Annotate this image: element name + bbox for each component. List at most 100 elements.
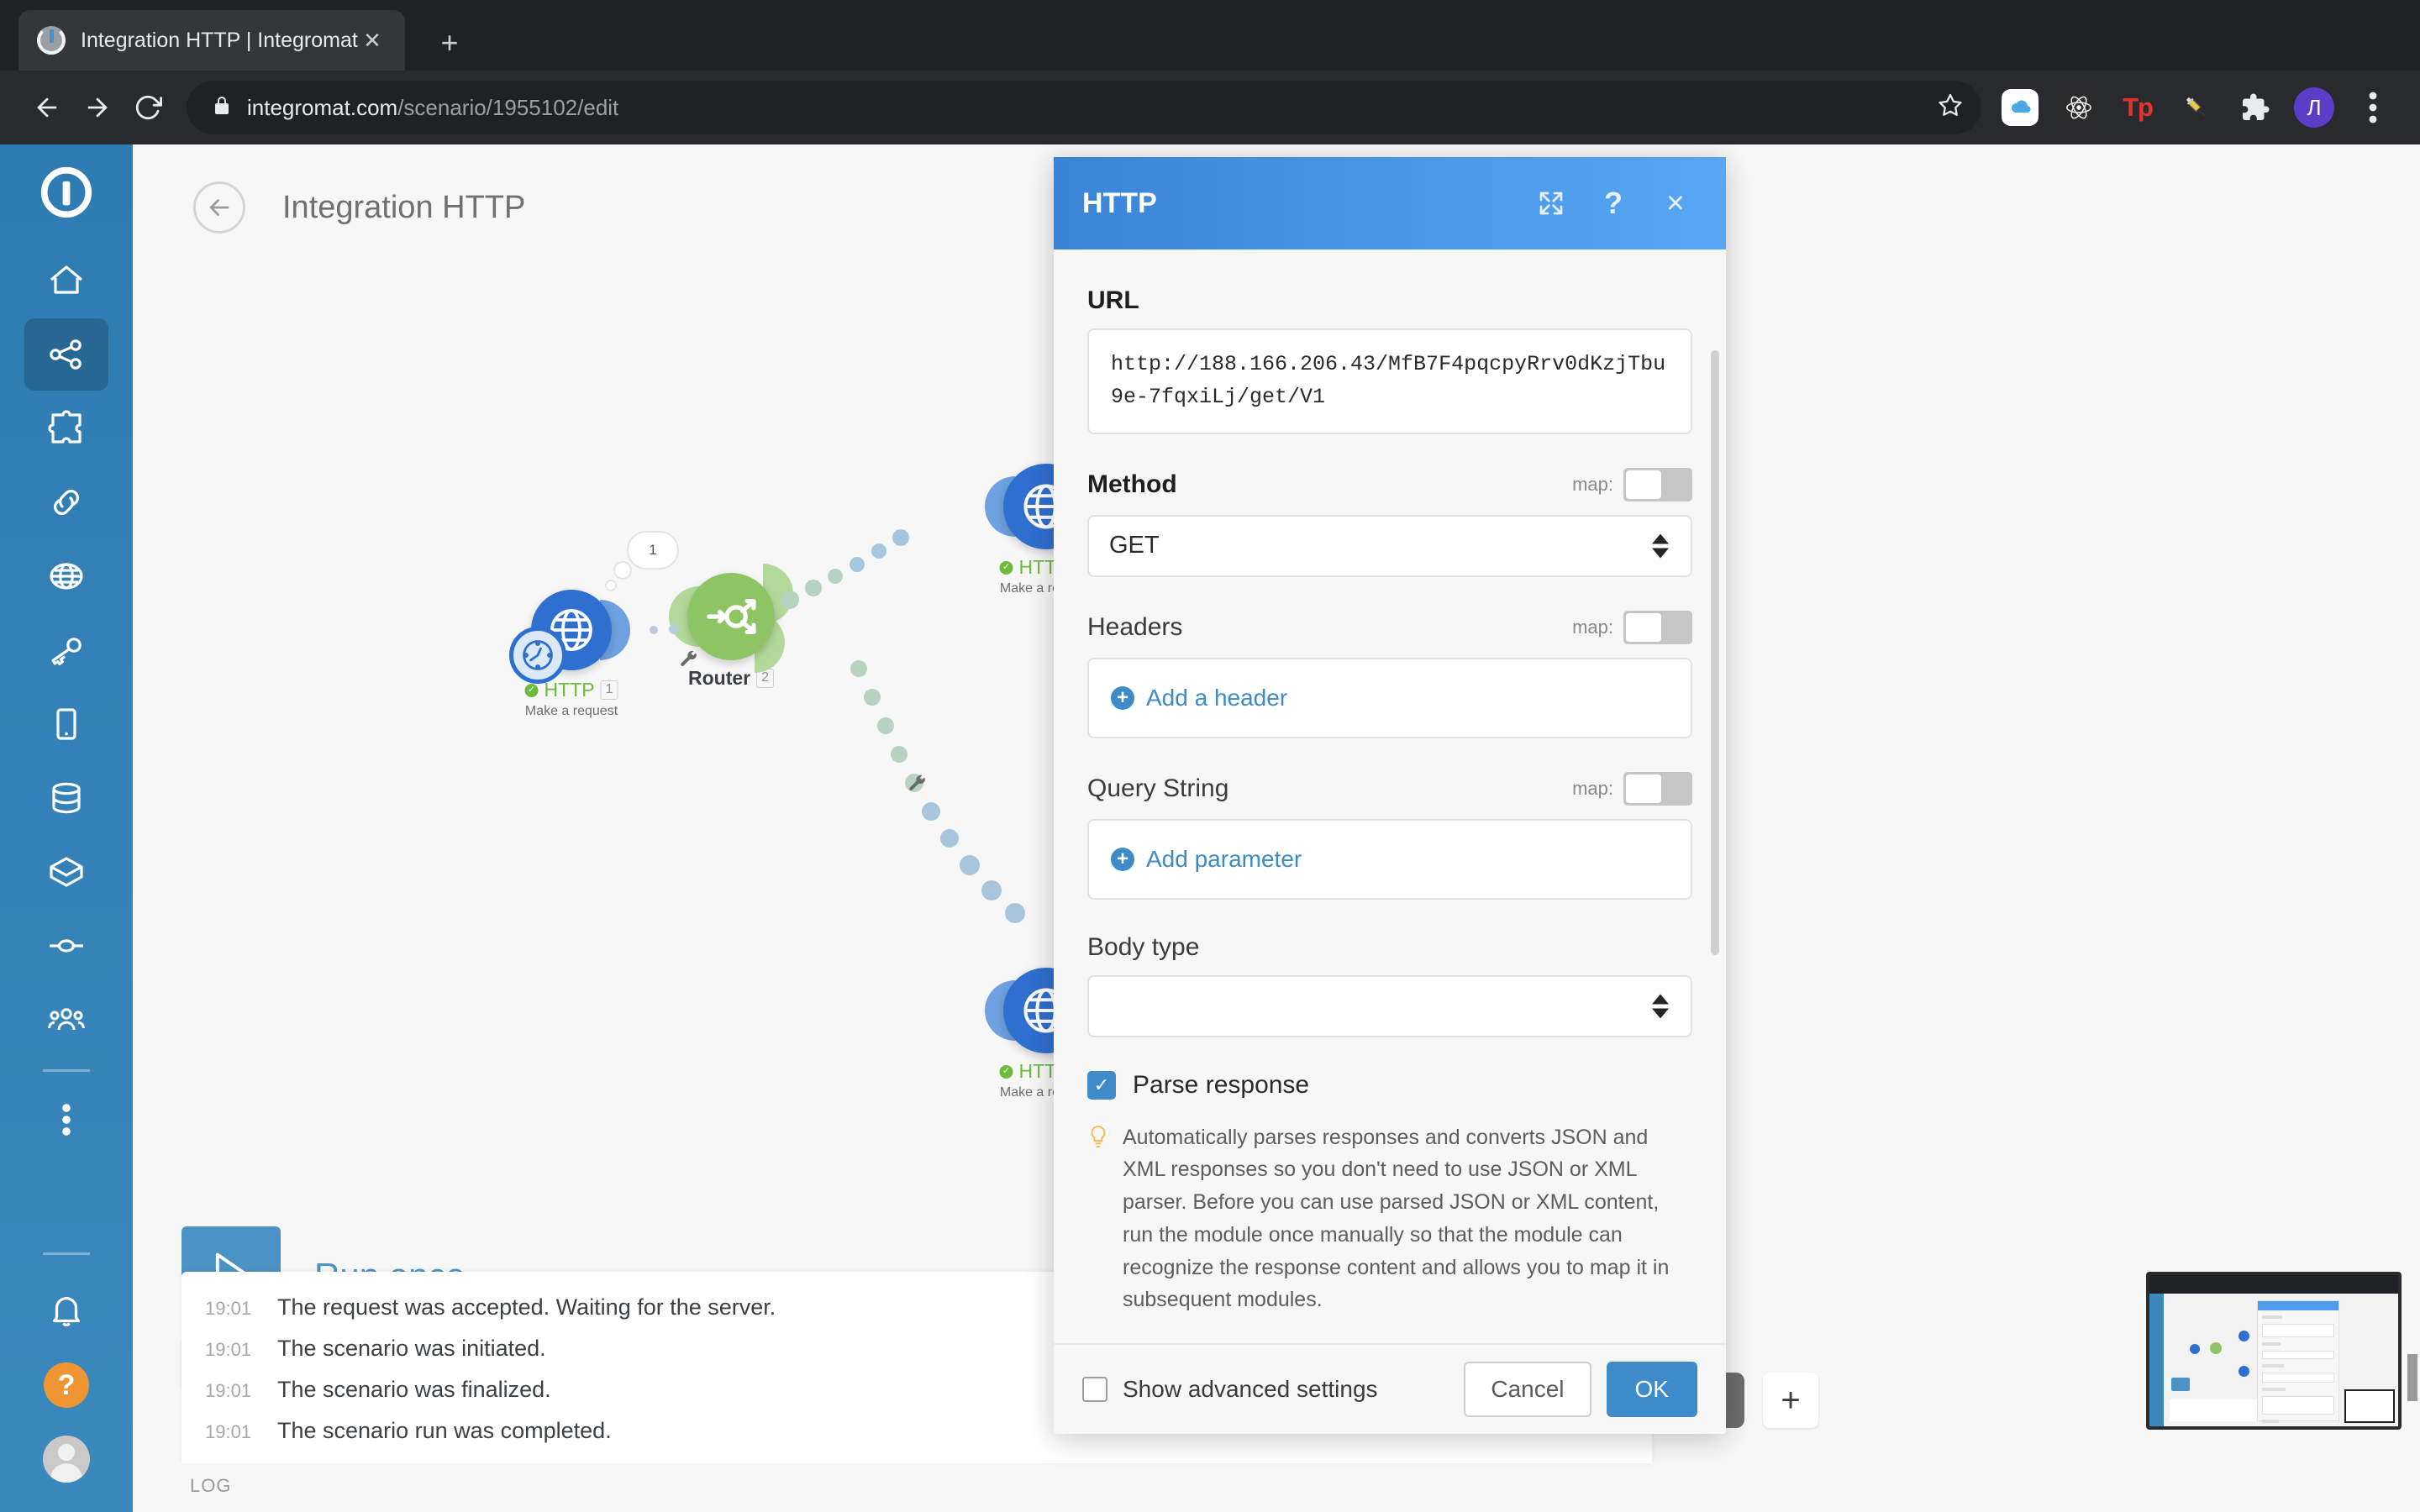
url-bar[interactable]: integromat.com/scenario/1955102/edit <box>187 81 1981 134</box>
query-string-map-toggle[interactable] <box>1623 771 1692 806</box>
page-scrollbar[interactable] <box>2405 144 2420 1512</box>
pip-sidebar <box>2149 1294 2164 1426</box>
syringe-extension-icon[interactable] <box>2176 87 2217 128</box>
headers-map-label: map: <box>1572 616 1613 638</box>
wrench-icon-router-http4[interactable] <box>908 774 928 799</box>
log-message: The scenario was finalized. <box>277 1377 551 1402</box>
sidebar-item-webhooks[interactable] <box>24 540 108 612</box>
pip-node-http1 <box>2190 1344 2200 1354</box>
bubble-dot-small <box>605 580 617 591</box>
lightbulb-icon <box>1087 1125 1109 1317</box>
url-label: URL <box>1087 286 1139 314</box>
schedule-clock-icon[interactable] <box>509 627 566 684</box>
pip-screenshot <box>2149 1275 2398 1426</box>
cancel-button[interactable]: Cancel <box>1464 1362 1591 1417</box>
router-icon[interactable] <box>687 573 775 660</box>
ok-button[interactable]: OK <box>1606 1362 1697 1417</box>
parse-response-row[interactable]: ✓ Parse response <box>1087 1070 1692 1100</box>
add-parameter-label: Add parameter <box>1146 845 1302 872</box>
add-parameter-button[interactable]: + Add parameter <box>1087 818 1692 900</box>
sidebar-item-connector[interactable] <box>24 910 108 982</box>
new-tab-button[interactable]: + <box>429 24 471 66</box>
sidebar-item-templates[interactable] <box>24 392 108 465</box>
method-value: GET <box>1109 532 1160 559</box>
dialog-header: HTTP ? × <box>1054 157 1726 249</box>
browser-window: Integration HTTP | Integromat ✕ + integr… <box>0 0 2420 1512</box>
integromat-logo-icon[interactable] <box>37 163 96 226</box>
pip-browser-chrome <box>2149 1275 2398 1294</box>
add-header-button[interactable]: + Add a header <box>1087 657 1692 738</box>
module-node-router-2[interactable]: Router 2 <box>669 563 793 689</box>
pip-node-http3 <box>2238 1331 2249 1341</box>
dialog-scrollbar[interactable] <box>1711 350 1719 955</box>
help-question-icon[interactable]: ? <box>24 1349 108 1421</box>
sidebar-item-connections[interactable] <box>24 466 108 538</box>
icloud-extension-icon[interactable] <box>2000 87 2040 128</box>
bubble-dot-medium <box>613 561 632 580</box>
screen-share-thumbnail[interactable] <box>2146 1272 2402 1430</box>
close-icon[interactable]: ✕ <box>358 26 387 55</box>
url-path: /scenario/1955102/edit <box>397 94 619 120</box>
status-check-icon: ✓ <box>999 1064 1013 1079</box>
expand-icon[interactable] <box>1534 186 1568 220</box>
sidebar-item-data-structures[interactable] <box>24 836 108 908</box>
log-time: 19:01 <box>205 1339 252 1360</box>
chrome-menu-icon[interactable] <box>2353 87 2393 128</box>
log-message: The scenario run was completed. <box>277 1418 612 1443</box>
back-circle-arrow-icon[interactable] <box>193 181 245 234</box>
profile-avatar[interactable]: Л <box>2294 87 2334 128</box>
chevron-updown-icon <box>1652 533 1669 558</box>
node-badge: 1 <box>600 680 618 700</box>
add-module-icon[interactable]: + <box>1763 1373 1818 1428</box>
back-arrow-icon[interactable] <box>22 82 72 133</box>
node-label-http-1: ✓ HTTP 1 Make a request <box>524 679 618 719</box>
sidebar-item-data-stores[interactable] <box>24 762 108 834</box>
query-string-map-label: map: <box>1572 777 1613 799</box>
integromat-logo-icon <box>37 26 66 55</box>
module-node-http-1[interactable]: 1 ✓ HTTP 1 Make a request <box>509 531 679 718</box>
node-name: HTTP <box>544 679 595 701</box>
sidebar-item-keys[interactable] <box>24 614 108 686</box>
show-advanced-settings-checkbox[interactable] <box>1082 1377 1107 1402</box>
chevron-updown-icon <box>1652 994 1669 1018</box>
method-map-toggle[interactable] <box>1623 467 1692 501</box>
url-input[interactable]: http://188.166.206.43/MfB7F4pqcpyRrv0dKz… <box>1087 328 1692 434</box>
parse-response-checkbox[interactable]: ✓ <box>1087 1070 1116 1100</box>
sidebar-divider <box>43 1069 90 1072</box>
pip-run-button <box>2171 1378 2190 1391</box>
method-select[interactable]: GET <box>1087 514 1692 577</box>
reload-icon[interactable] <box>123 82 173 133</box>
user-avatar-icon[interactable] <box>24 1423 108 1495</box>
tp-extension-icon[interactable]: Tp <box>2118 87 2158 128</box>
notifications-bell-icon[interactable] <box>24 1275 108 1347</box>
body-type-select[interactable] <box>1087 974 1692 1037</box>
help-question-icon[interactable]: ? <box>1597 186 1630 220</box>
forward-arrow-icon[interactable] <box>72 82 123 133</box>
url-domain: integromat.com <box>247 94 398 120</box>
parse-response-label: Parse response <box>1133 1070 1310 1099</box>
more-vertical-icon[interactable] <box>24 1084 108 1156</box>
sidebar-item-devices[interactable] <box>24 688 108 760</box>
react-devtools-extension-icon[interactable] <box>2059 87 2099 128</box>
operations-bubble: 1 <box>627 531 679 570</box>
sidebar-item-home[interactable] <box>24 244 108 317</box>
extensions-puzzle-icon[interactable] <box>2235 87 2275 128</box>
bookmark-star-icon[interactable] <box>1938 93 1963 123</box>
sidebar-item-team[interactable] <box>24 984 108 1056</box>
tp-label: Tp <box>2123 92 2154 122</box>
log-message: The scenario was initiated. <box>277 1336 546 1361</box>
wrench-icon[interactable] <box>679 650 699 675</box>
show-advanced-settings-row[interactable]: Show advanced settings <box>1082 1376 1464 1403</box>
page-scrollbar-thumb[interactable] <box>2407 1354 2417 1401</box>
omnibar: integromat.com/scenario/1955102/edit Tp … <box>0 71 2420 144</box>
profile-avatar-initial: Л <box>2294 87 2334 128</box>
log-time: 19:01 <box>205 1298 252 1319</box>
browser-tab[interactable]: Integration HTTP | Integromat ✕ <box>18 10 405 71</box>
http-module-dialog: HTTP ? × URL http://188.166.206.43/MfB7F… <box>1054 157 1726 1434</box>
sidebar-item-scenarios[interactable] <box>24 318 108 391</box>
dialog-footer: Show advanced settings Cancel OK <box>1054 1343 1726 1434</box>
headers-map-toggle[interactable] <box>1623 610 1692 644</box>
tab-strip: Integration HTTP | Integromat ✕ + <box>0 0 2420 71</box>
method-label: Method <box>1087 470 1177 498</box>
close-icon[interactable]: × <box>1659 186 1692 221</box>
